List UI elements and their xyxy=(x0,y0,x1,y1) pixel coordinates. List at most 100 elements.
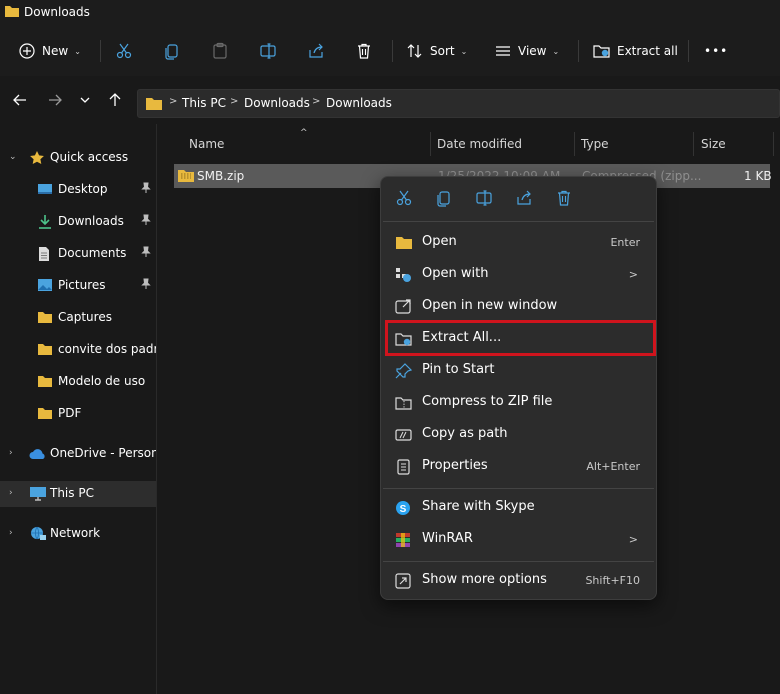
column-header-name[interactable]: Name xyxy=(189,137,224,151)
recent-locations-chevron-icon[interactable] xyxy=(78,94,92,106)
share-icon[interactable] xyxy=(515,189,533,207)
forward-arrow-icon[interactable] xyxy=(47,92,63,108)
extract-all-button[interactable]: Extract all xyxy=(593,38,678,64)
menu-item-pin-to-start[interactable]: Pin to Start xyxy=(385,356,652,386)
column-divider[interactable] xyxy=(430,132,431,156)
sidebar-item-convite-dos-padrinhos[interactable]: convite dos padrinhos xyxy=(0,337,156,363)
menu-item-open-in-new-window[interactable]: Open in new window xyxy=(385,292,652,322)
sidebar-item-network[interactable]: › Network xyxy=(0,521,156,547)
sidebar-item-this-pc[interactable]: › This PC xyxy=(0,481,156,507)
sidebar-item-label: Captures xyxy=(58,310,112,324)
pin-icon xyxy=(395,363,413,379)
menu-item-winrar[interactable]: WinRAR > xyxy=(385,525,652,555)
menu-item-label: Properties xyxy=(422,458,488,473)
skype-icon: S xyxy=(395,500,413,516)
more-options-button[interactable]: ••• xyxy=(704,38,728,64)
sidebar-item-documents[interactable]: Documents xyxy=(0,241,156,267)
menu-item-label: Show more options xyxy=(422,572,547,587)
chevron-right-icon[interactable]: › xyxy=(9,488,13,498)
folder-icon xyxy=(4,4,20,18)
new-button[interactable]: New ⌄ xyxy=(18,38,81,64)
view-list-icon xyxy=(494,42,512,60)
toolbar-divider xyxy=(688,40,689,62)
menu-item-label: Open with xyxy=(422,266,489,281)
menu-divider xyxy=(383,221,654,222)
clipboard-icon xyxy=(211,42,229,60)
cloud-icon xyxy=(29,448,47,460)
sidebar-item-modelo-de-uso[interactable]: Modelo de uso xyxy=(0,369,156,395)
menu-item-copy-as-path[interactable]: Copy as path xyxy=(385,420,652,450)
svg-text:S: S xyxy=(400,504,407,515)
sidebar-item-onedrive[interactable]: › OneDrive - Personal xyxy=(0,441,156,467)
share-button[interactable] xyxy=(307,38,325,64)
view-label: View xyxy=(518,44,547,58)
download-icon xyxy=(37,214,53,230)
plus-circle-icon xyxy=(18,42,36,60)
column-header-type[interactable]: Type xyxy=(581,137,609,151)
menu-item-compress-to-zip[interactable]: Compress to ZIP file xyxy=(385,388,652,418)
menu-item-label: Compress to ZIP file xyxy=(422,394,553,409)
sort-button[interactable]: Sort ⌄ xyxy=(406,38,467,64)
pin-icon xyxy=(141,214,151,226)
properties-icon xyxy=(395,459,413,475)
chevron-right-icon[interactable]: › xyxy=(9,528,13,538)
title-bar: Downloads xyxy=(0,0,780,26)
menu-item-properties[interactable]: Properties Alt+Enter xyxy=(385,452,652,482)
chevron-down-icon: ⌄ xyxy=(74,46,81,56)
menu-item-shortcut: Shift+F10 xyxy=(585,574,640,587)
zip-folder-icon xyxy=(177,168,195,183)
delete-button[interactable] xyxy=(355,38,373,64)
chevron-right-icon[interactable]: › xyxy=(9,448,13,458)
column-divider[interactable] xyxy=(693,132,694,156)
sidebar-item-label: Pictures xyxy=(58,278,106,292)
menu-item-open[interactable]: Open Enter xyxy=(385,228,652,258)
sidebar-item-pdf[interactable]: PDF xyxy=(0,401,156,427)
rename-button[interactable] xyxy=(259,38,277,64)
column-header-date-modified[interactable]: Date modified xyxy=(437,137,522,151)
copy-icon[interactable] xyxy=(435,189,453,207)
menu-item-label: Copy as path xyxy=(422,426,508,441)
breadcrumb-this-pc[interactable]: This PC xyxy=(182,96,226,110)
breadcrumb-separator: > xyxy=(169,96,178,107)
document-icon xyxy=(37,246,51,262)
extract-all-label: Extract all xyxy=(617,44,678,58)
sidebar-item-label: This PC xyxy=(50,486,94,500)
column-divider[interactable] xyxy=(574,132,575,156)
scissors-icon xyxy=(115,42,133,60)
sidebar-item-pictures[interactable]: Pictures xyxy=(0,273,156,299)
extract-icon xyxy=(593,42,611,60)
pin-icon xyxy=(141,278,151,290)
up-arrow-icon[interactable] xyxy=(107,92,123,108)
folder-icon xyxy=(37,342,53,356)
column-header-size[interactable]: Size xyxy=(701,137,726,151)
address-bar[interactable]: > This PC > Downloads > Downloads xyxy=(137,89,780,118)
cut-icon[interactable] xyxy=(395,189,413,207)
copy-button[interactable] xyxy=(163,38,181,64)
sidebar-item-quick-access[interactable]: ⌄ Quick access xyxy=(0,145,156,171)
folder-open-icon xyxy=(395,235,413,250)
menu-item-open-with[interactable]: Open with > xyxy=(385,260,652,290)
rename-icon[interactable] xyxy=(475,189,493,207)
cut-button[interactable] xyxy=(115,38,133,64)
view-button[interactable]: View ⌄ xyxy=(494,38,559,64)
menu-item-show-more-options[interactable]: Show more options Shift+F10 xyxy=(385,566,652,596)
desktop-icon xyxy=(37,182,53,196)
column-divider[interactable] xyxy=(773,132,774,156)
chevron-down-icon[interactable]: ⌄ xyxy=(9,152,17,162)
chevron-down-icon: ⌄ xyxy=(552,46,560,56)
breadcrumb-downloads-current[interactable]: Downloads xyxy=(326,96,392,110)
menu-item-share-with-skype[interactable]: S Share with Skype xyxy=(385,493,652,523)
trash-icon[interactable] xyxy=(555,189,573,207)
back-arrow-icon[interactable] xyxy=(12,92,28,108)
zip-icon xyxy=(395,395,413,411)
sidebar-item-label: Documents xyxy=(58,246,127,260)
sidebar-item-downloads[interactable]: Downloads xyxy=(0,209,156,235)
sidebar-item-captures[interactable]: Captures xyxy=(0,305,156,331)
sidebar-item-desktop[interactable]: Desktop xyxy=(0,177,156,203)
paste-button[interactable] xyxy=(211,38,229,64)
breadcrumb-downloads[interactable]: Downloads xyxy=(244,96,310,110)
file-name: SMB.zip xyxy=(197,169,245,183)
menu-divider xyxy=(383,488,654,489)
sidebar-item-label: Quick access xyxy=(50,150,129,164)
rename-icon xyxy=(259,42,277,60)
